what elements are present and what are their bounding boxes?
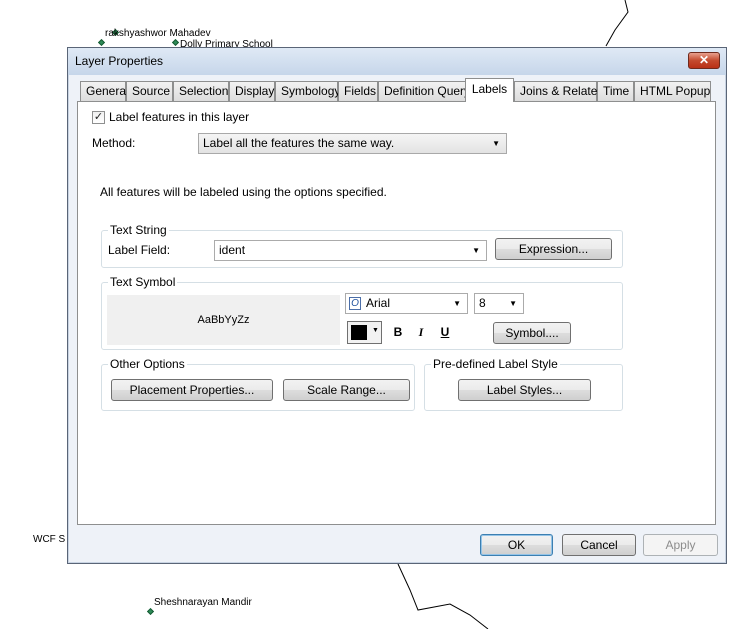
labels-tab-panel: ✓ Label features in this layer Method: L… — [77, 101, 716, 525]
opentype-font-icon: O — [349, 297, 361, 310]
placement-properties-button[interactable]: Placement Properties... — [111, 379, 273, 401]
tab-display[interactable]: Display — [229, 81, 275, 101]
color-picker-button[interactable]: ▼ — [347, 321, 382, 344]
font-value: Arial — [366, 296, 391, 310]
chevron-down-icon: ▼ — [372, 327, 379, 334]
other-options-group: Other Options Placement Properties... Sc… — [101, 357, 415, 411]
checkmark-icon: ✓ — [93, 111, 104, 123]
map-feature-label: rakshyashwor Mahadev — [105, 28, 211, 39]
layer-properties-dialog: Layer Properties ✕ General Source Select… — [67, 47, 727, 564]
label-field-select[interactable]: ident ▼ — [214, 240, 487, 261]
tab-source[interactable]: Source — [126, 81, 173, 101]
italic-button[interactable]: I — [412, 323, 430, 341]
tab-joins-relates[interactable]: Joins & Relates — [514, 81, 603, 101]
ok-button[interactable]: OK — [480, 534, 553, 556]
tab-fields[interactable]: Fields — [338, 81, 378, 101]
tab-general[interactable]: General — [80, 81, 129, 101]
label-styles-button[interactable]: Label Styles... — [458, 379, 591, 401]
map-road-line — [605, 0, 629, 47]
predefined-label-style-title: Pre-defined Label Style — [431, 357, 560, 371]
chevron-down-icon: ▼ — [509, 299, 517, 308]
font-size-value: 8 — [479, 296, 486, 310]
label-features-checkbox[interactable]: ✓ — [92, 111, 105, 124]
scale-range-button[interactable]: Scale Range... — [283, 379, 410, 401]
chevron-down-icon: ▼ — [492, 139, 500, 148]
font-select[interactable]: O Arial ▼ — [345, 293, 468, 314]
font-size-select[interactable]: 8 ▼ — [474, 293, 524, 314]
map-feature-label: WCF S — [33, 534, 66, 545]
chevron-down-icon: ▼ — [472, 246, 480, 255]
other-options-title: Other Options — [108, 357, 187, 371]
symbol-preview: AaBbYyZz — [107, 295, 340, 345]
map-road-line — [397, 563, 489, 629]
text-symbol-title: Text Symbol — [108, 275, 178, 289]
apply-button[interactable]: Apply — [643, 534, 718, 556]
tab-html-popup[interactable]: HTML Popup — [634, 81, 711, 101]
dialog-title: Layer Properties — [75, 54, 164, 68]
method-value: Label all the features the same way. — [203, 136, 395, 150]
label-field-value: ident — [219, 243, 246, 257]
tab-selection[interactable]: Selection — [173, 81, 229, 101]
tab-labels[interactable]: Labels — [465, 78, 514, 102]
tab-symbology[interactable]: Symbology — [275, 81, 340, 101]
map-feature-label: Sheshnarayan Mandir — [154, 597, 252, 608]
info-text: All features will be labeled using the o… — [100, 185, 387, 199]
text-string-group: Text String Label Field: ident ▼ Express… — [101, 223, 623, 268]
label-field-label: Label Field: — [108, 243, 171, 257]
tab-time[interactable]: Time — [597, 81, 634, 101]
bold-button[interactable]: B — [389, 323, 407, 341]
chevron-down-icon: ▼ — [453, 299, 461, 308]
cancel-button[interactable]: Cancel — [562, 534, 636, 556]
label-features-text: Label features in this layer — [109, 110, 250, 124]
underline-button[interactable]: U — [436, 323, 454, 341]
method-select[interactable]: Label all the features the same way. ▼ — [198, 133, 507, 154]
expression-button[interactable]: Expression... — [495, 238, 612, 260]
text-string-title: Text String — [108, 223, 169, 237]
color-swatch — [351, 325, 367, 340]
close-button[interactable]: ✕ — [688, 52, 720, 69]
text-symbol-group: Text Symbol AaBbYyZz O Arial ▼ 8 ▼ ▼ B I… — [101, 275, 623, 350]
close-icon: ✕ — [698, 53, 710, 67]
title-bar[interactable]: Layer Properties ✕ — [68, 48, 726, 75]
method-label: Method: — [92, 136, 136, 150]
predefined-label-style-group: Pre-defined Label Style Label Styles... — [424, 357, 623, 411]
symbol-button[interactable]: Symbol.... — [493, 322, 571, 344]
tab-definition-query[interactable]: Definition Query — [378, 81, 470, 101]
